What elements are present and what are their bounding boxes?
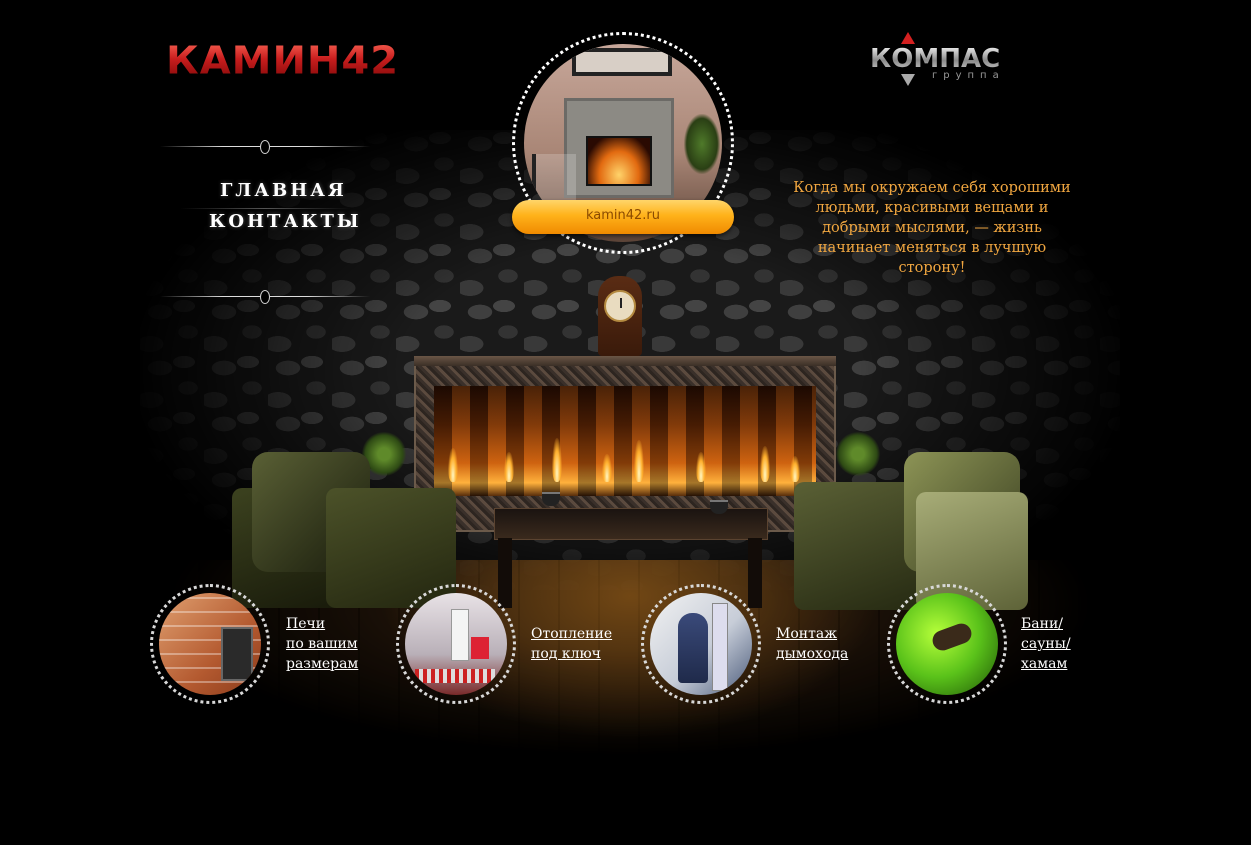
- service-link-line: Отопление: [531, 626, 613, 642]
- service-link-line: хамам: [1021, 656, 1068, 672]
- cup-icon: [710, 500, 728, 514]
- kompas-logo[interactable]: КОМПАС группа: [870, 32, 1030, 88]
- cup-icon: [542, 492, 560, 506]
- plant-right: [836, 432, 880, 476]
- service-link-line: по вашим: [286, 636, 358, 652]
- service-link-line: Монтаж: [776, 626, 838, 642]
- nav-contacts[interactable]: КОНТАКТЫ: [209, 211, 362, 232]
- nav-home[interactable]: ГЛАВНАЯ: [220, 180, 347, 201]
- service-link-line: Бани/: [1021, 616, 1064, 632]
- kompas-logo-subtitle: группа: [932, 70, 1005, 81]
- fireplace-mantel: [414, 356, 836, 366]
- fireplace-firebox: [434, 386, 816, 496]
- service-link-line: под ключ: [531, 646, 601, 662]
- nav-divider: [180, 208, 350, 209]
- site-url-banner[interactable]: kamin42.ru: [512, 200, 734, 234]
- armchair-right-arm: [794, 482, 918, 610]
- kamin42-logo[interactable]: КАМИН42: [166, 39, 399, 83]
- table-leg: [498, 538, 512, 608]
- table-leg: [748, 538, 762, 608]
- clock-face-icon: [604, 290, 636, 322]
- service-link-line: размерам: [286, 656, 359, 672]
- compass-arrow-down-icon: [901, 74, 915, 86]
- coffee-table: [494, 508, 768, 540]
- service-link-line: сауны/: [1021, 636, 1071, 652]
- mantel-clock: [598, 276, 642, 356]
- service-link-chimney[interactable]: Монтаж дымохода: [776, 624, 848, 664]
- page: КАМИН42 КОМПАС группа ГЛАВНАЯ КОНТАКТЫ k…: [0, 0, 1251, 845]
- service-link-line: Печи: [286, 616, 326, 632]
- slogan-quote: Когда мы окружаем себя хорошими людьми, …: [793, 180, 1071, 276]
- nav-ornament-top: [160, 140, 370, 154]
- nav-ornament-bottom: [160, 290, 370, 304]
- service-link-heating[interactable]: Отопление под ключ: [531, 624, 612, 664]
- service-link-line: дымохода: [776, 646, 849, 662]
- chimney-installer-icon[interactable]: [650, 593, 752, 695]
- sauna-icon[interactable]: [896, 593, 998, 695]
- compass-arrow-up-icon: [901, 32, 915, 44]
- brick-stove-icon[interactable]: [159, 593, 261, 695]
- service-link-sauna[interactable]: Бани/ сауны/ хамам: [1021, 614, 1071, 674]
- heating-system-icon[interactable]: [405, 593, 507, 695]
- service-link-stoves[interactable]: Печи по вашим размерам: [286, 614, 358, 674]
